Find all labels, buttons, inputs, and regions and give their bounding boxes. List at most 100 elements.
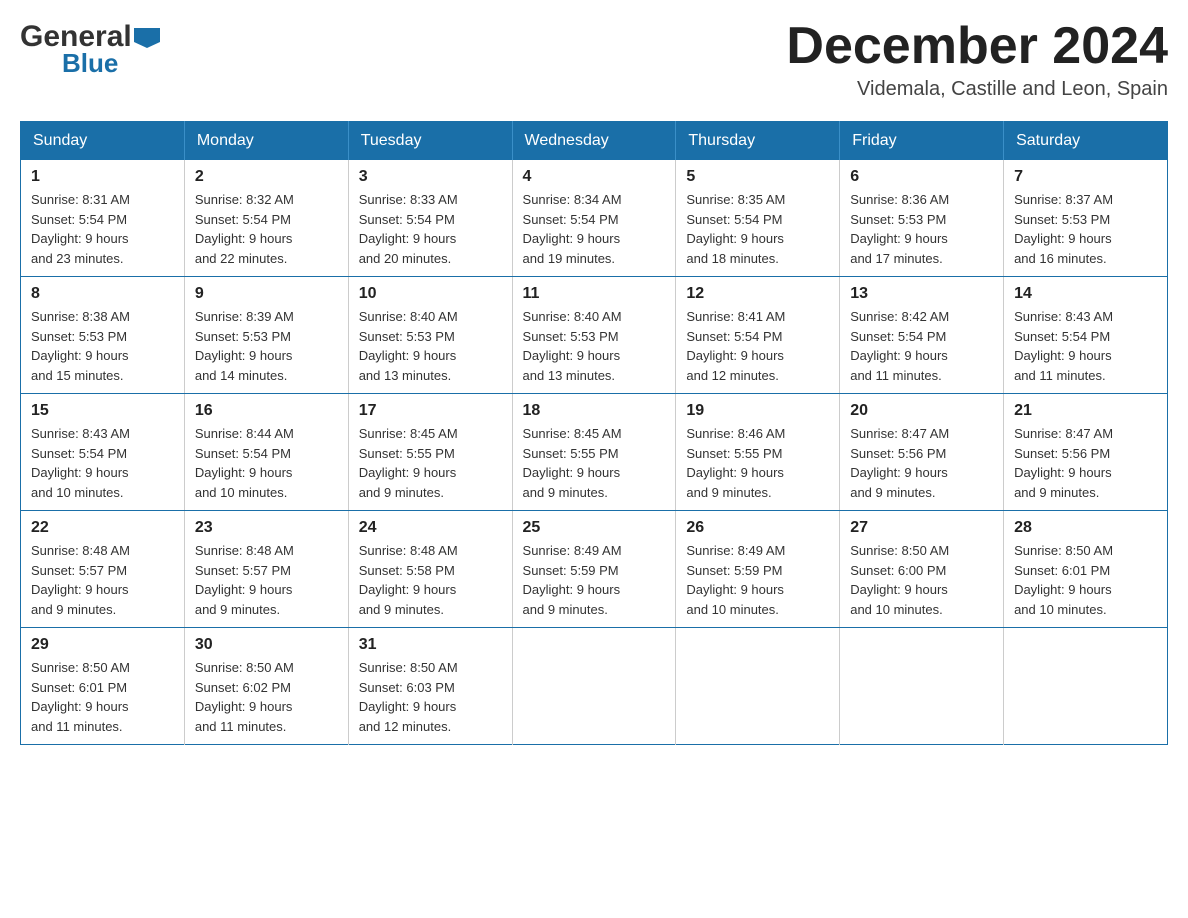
- col-saturday: Saturday: [1004, 122, 1168, 161]
- calendar-week-row: 22Sunrise: 8:48 AMSunset: 5:57 PMDayligh…: [21, 511, 1168, 628]
- calendar-cell: 27 Sunrise: 8:50 AMSunset: 6:00 PMDayligh…: [840, 511, 1004, 628]
- calendar-week-row: 29 Sunrise: 8:50 AMSunset: 6:01 PMDayligh…: [21, 628, 1168, 745]
- calendar-cell: 31 Sunrise: 8:50 AMSunset: 6:03 PMDayligh…: [348, 628, 512, 745]
- col-monday: Monday: [184, 122, 348, 161]
- calendar-cell: 6Sunrise: 8:36 AMSunset: 5:53 PMDaylight…: [840, 160, 1004, 277]
- calendar-cell: [840, 628, 1004, 745]
- day-number: 1: [31, 168, 174, 186]
- calendar-cell: 25Sunrise: 8:49 AMSunset: 5:59 PMDayligh…: [512, 511, 676, 628]
- day-info: Sunrise: 8:31 AMSunset: 5:54 PMDaylight:…: [31, 190, 174, 268]
- calendar-cell: 1 Sunrise: 8:31 AMSunset: 5:54 PMDaylight…: [21, 160, 185, 277]
- calendar-week-row: 8Sunrise: 8:38 AMSunset: 5:53 PMDaylight…: [21, 277, 1168, 394]
- page-header: General Blue December 2024 Videmala, Cas…: [20, 20, 1168, 101]
- calendar-cell: 26Sunrise: 8:49 AMSunset: 5:59 PMDayligh…: [676, 511, 840, 628]
- day-info: Sunrise: 8:44 AMSunset: 5:54 PMDaylight:…: [195, 424, 338, 502]
- day-info: Sunrise: 8:43 AMSunset: 5:54 PMDaylight:…: [1014, 307, 1157, 385]
- day-info: Sunrise: 8:48 AMSunset: 5:57 PMDaylight:…: [31, 541, 174, 619]
- day-info: Sunrise: 8:50 AMSunset: 6:00 PMDaylight:…: [850, 541, 993, 619]
- day-number: 19: [686, 402, 829, 420]
- day-info: Sunrise: 8:42 AMSunset: 5:54 PMDaylight:…: [850, 307, 993, 385]
- day-number: 10: [359, 285, 502, 303]
- calendar-cell: 4Sunrise: 8:34 AMSunset: 5:54 PMDaylight…: [512, 160, 676, 277]
- day-info: Sunrise: 8:46 AMSunset: 5:55 PMDaylight:…: [686, 424, 829, 502]
- calendar-cell: [512, 628, 676, 745]
- calendar-cell: 3 Sunrise: 8:33 AMSunset: 5:54 PMDaylight…: [348, 160, 512, 277]
- day-info: Sunrise: 8:33 AMSunset: 5:54 PMDaylight:…: [359, 190, 502, 268]
- day-number: 17: [359, 402, 502, 420]
- calendar-cell: 10 Sunrise: 8:40 AMSunset: 5:53 PMDayligh…: [348, 277, 512, 394]
- calendar-cell: 16 Sunrise: 8:44 AMSunset: 5:54 PMDayligh…: [184, 394, 348, 511]
- month-title: December 2024: [786, 20, 1168, 72]
- col-friday: Friday: [840, 122, 1004, 161]
- day-number: 30: [195, 636, 338, 654]
- location-text: Videmala, Castille and Leon, Spain: [786, 78, 1168, 101]
- day-info: Sunrise: 8:40 AMSunset: 5:53 PMDaylight:…: [359, 307, 502, 385]
- day-number: 7: [1014, 168, 1157, 186]
- day-number: 11: [523, 285, 666, 303]
- calendar-cell: 12Sunrise: 8:41 AMSunset: 5:54 PMDayligh…: [676, 277, 840, 394]
- day-info: Sunrise: 8:47 AMSunset: 5:56 PMDaylight:…: [850, 424, 993, 502]
- calendar-cell: 18 Sunrise: 8:45 AMSunset: 5:55 PMDayligh…: [512, 394, 676, 511]
- day-info: Sunrise: 8:45 AMSunset: 5:55 PMDaylight:…: [359, 424, 502, 502]
- calendar-cell: 19 Sunrise: 8:46 AMSunset: 5:55 PMDayligh…: [676, 394, 840, 511]
- day-number: 16: [195, 402, 338, 420]
- day-info: Sunrise: 8:39 AMSunset: 5:53 PMDaylight:…: [195, 307, 338, 385]
- day-number: 14: [1014, 285, 1157, 303]
- day-number: 3: [359, 168, 502, 186]
- day-info: Sunrise: 8:47 AMSunset: 5:56 PMDaylight:…: [1014, 424, 1157, 502]
- day-number: 2: [195, 168, 338, 186]
- day-number: 18: [523, 402, 666, 420]
- day-info: Sunrise: 8:40 AMSunset: 5:53 PMDaylight:…: [523, 307, 666, 385]
- day-info: Sunrise: 8:50 AMSunset: 6:02 PMDaylight:…: [195, 658, 338, 736]
- calendar-cell: 15 Sunrise: 8:43 AMSunset: 5:54 PMDayligh…: [21, 394, 185, 511]
- day-number: 20: [850, 402, 993, 420]
- day-info: Sunrise: 8:50 AMSunset: 6:01 PMDaylight:…: [31, 658, 174, 736]
- calendar-cell: [1004, 628, 1168, 745]
- day-number: 27: [850, 519, 993, 537]
- day-info: Sunrise: 8:43 AMSunset: 5:54 PMDaylight:…: [31, 424, 174, 502]
- day-number: 28: [1014, 519, 1157, 537]
- day-number: 15: [31, 402, 174, 420]
- calendar-header-row: Sunday Monday Tuesday Wednesday Thursday…: [21, 122, 1168, 161]
- calendar-cell: 9 Sunrise: 8:39 AMSunset: 5:53 PMDaylight…: [184, 277, 348, 394]
- day-number: 9: [195, 285, 338, 303]
- day-number: 29: [31, 636, 174, 654]
- day-info: Sunrise: 8:45 AMSunset: 5:55 PMDaylight:…: [523, 424, 666, 502]
- logo-blue-text: Blue: [62, 48, 118, 78]
- logo: General Blue: [20, 20, 160, 78]
- calendar-cell: 17 Sunrise: 8:45 AMSunset: 5:55 PMDayligh…: [348, 394, 512, 511]
- calendar-cell: 5Sunrise: 8:35 AMSunset: 5:54 PMDaylight…: [676, 160, 840, 277]
- day-number: 31: [359, 636, 502, 654]
- calendar-cell: 21 Sunrise: 8:47 AMSunset: 5:56 PMDayligh…: [1004, 394, 1168, 511]
- day-info: Sunrise: 8:38 AMSunset: 5:53 PMDaylight:…: [31, 307, 174, 385]
- day-info: Sunrise: 8:32 AMSunset: 5:54 PMDaylight:…: [195, 190, 338, 268]
- col-wednesday: Wednesday: [512, 122, 676, 161]
- calendar-cell: 7 Sunrise: 8:37 AMSunset: 5:53 PMDaylight…: [1004, 160, 1168, 277]
- title-section: December 2024 Videmala, Castille and Leo…: [786, 20, 1168, 101]
- calendar-cell: 28 Sunrise: 8:50 AMSunset: 6:01 PMDayligh…: [1004, 511, 1168, 628]
- day-number: 23: [195, 519, 338, 537]
- col-thursday: Thursday: [676, 122, 840, 161]
- day-info: Sunrise: 8:41 AMSunset: 5:54 PMDaylight:…: [686, 307, 829, 385]
- calendar-cell: [676, 628, 840, 745]
- day-info: Sunrise: 8:50 AMSunset: 6:01 PMDaylight:…: [1014, 541, 1157, 619]
- calendar-cell: 13 Sunrise: 8:42 AMSunset: 5:54 PMDayligh…: [840, 277, 1004, 394]
- day-info: Sunrise: 8:34 AMSunset: 5:54 PMDaylight:…: [523, 190, 666, 268]
- calendar-week-row: 15 Sunrise: 8:43 AMSunset: 5:54 PMDayligh…: [21, 394, 1168, 511]
- calendar-cell: 30 Sunrise: 8:50 AMSunset: 6:02 PMDayligh…: [184, 628, 348, 745]
- day-number: 21: [1014, 402, 1157, 420]
- calendar-cell: 14 Sunrise: 8:43 AMSunset: 5:54 PMDayligh…: [1004, 277, 1168, 394]
- col-sunday: Sunday: [21, 122, 185, 161]
- calendar-cell: 24Sunrise: 8:48 AMSunset: 5:58 PMDayligh…: [348, 511, 512, 628]
- calendar-table: Sunday Monday Tuesday Wednesday Thursday…: [20, 121, 1168, 745]
- day-info: Sunrise: 8:37 AMSunset: 5:53 PMDaylight:…: [1014, 190, 1157, 268]
- day-number: 6: [850, 168, 993, 186]
- day-info: Sunrise: 8:35 AMSunset: 5:54 PMDaylight:…: [686, 190, 829, 268]
- calendar-cell: 23Sunrise: 8:48 AMSunset: 5:57 PMDayligh…: [184, 511, 348, 628]
- day-number: 13: [850, 285, 993, 303]
- calendar-cell: 20 Sunrise: 8:47 AMSunset: 5:56 PMDayligh…: [840, 394, 1004, 511]
- day-info: Sunrise: 8:50 AMSunset: 6:03 PMDaylight:…: [359, 658, 502, 736]
- day-number: 24: [359, 519, 502, 537]
- day-info: Sunrise: 8:49 AMSunset: 5:59 PMDaylight:…: [686, 541, 829, 619]
- calendar-cell: 8Sunrise: 8:38 AMSunset: 5:53 PMDaylight…: [21, 277, 185, 394]
